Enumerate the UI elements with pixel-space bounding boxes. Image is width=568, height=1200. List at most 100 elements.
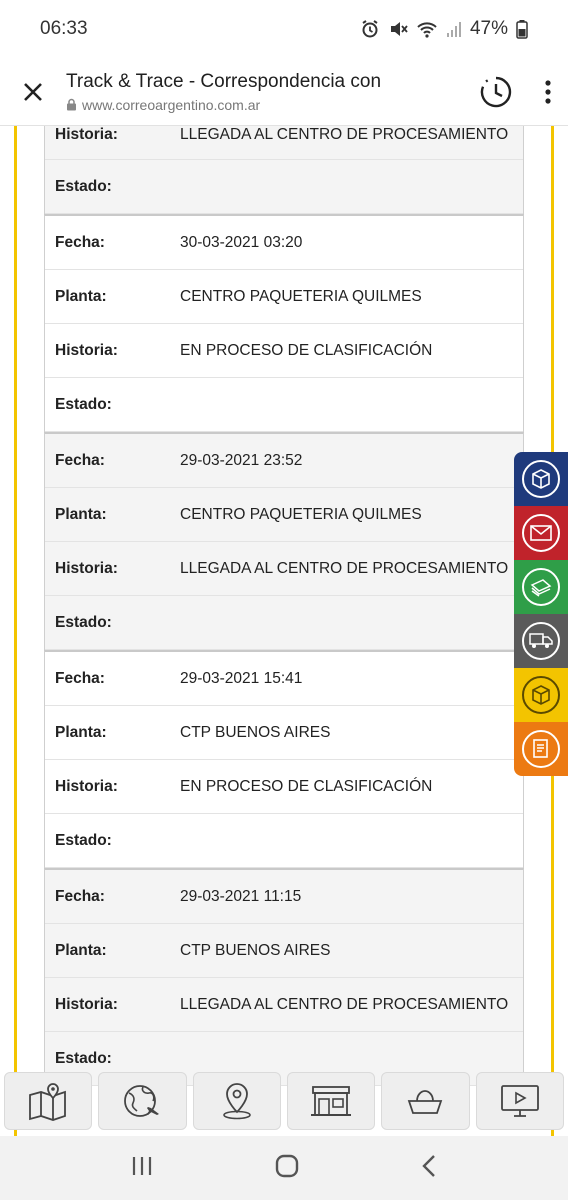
box-icon	[532, 685, 550, 705]
close-button[interactable]	[0, 58, 66, 126]
table-row: Estado:	[45, 160, 523, 214]
location-pin-icon	[223, 1083, 251, 1120]
row-value: 30-03-2021 03:20	[180, 233, 303, 251]
table-row: Estado:	[45, 378, 523, 432]
battery-percent: 47%	[469, 18, 508, 39]
history-icon	[480, 76, 512, 107]
row-value: 29-03-2021 15:41	[180, 669, 303, 687]
table-row: Historia: LLEGADA AL CENTRO DE PROCESAMI…	[45, 978, 523, 1032]
dock-map-button[interactable]	[4, 1072, 93, 1130]
truck-icon	[529, 633, 553, 648]
page-title: Track & Trace - Correspondencia con	[66, 70, 382, 92]
side-tab-mail[interactable]	[514, 506, 568, 560]
dock-online-button[interactable]	[475, 1072, 564, 1130]
page-content[interactable]: Historia: LLEGADA AL CENTRO DE PROCESAMI…	[0, 126, 568, 1136]
table-row: Fecha: 29-03-2021 11:15	[45, 870, 523, 924]
row-label: Estado:	[55, 177, 112, 195]
system-navigation-bar	[0, 1136, 568, 1200]
url-block[interactable]: Track & Trace - Correspondencia con www.…	[66, 71, 464, 113]
more-icon	[545, 79, 551, 104]
row-value: CENTRO PAQUETERIA QUILMES	[180, 287, 422, 305]
row-label: Planta:	[55, 505, 107, 523]
row-value: LLEGADA AL CENTRO DE PROCESAMIENTO	[180, 995, 509, 1013]
row-label: Planta:	[55, 287, 107, 305]
row-value: 29-03-2021 11:15	[180, 887, 302, 905]
table-row: Historia: EN PROCESO DE CLASIFICACIÓN	[45, 760, 523, 814]
row-label: Estado:	[55, 613, 112, 631]
alarm-icon	[360, 19, 380, 39]
back-button[interactable]	[420, 1154, 438, 1183]
url-text: www.correoargentino.com.ar	[82, 96, 261, 113]
row-value: CENTRO PAQUETERIA QUILMES	[180, 505, 422, 523]
basket-icon	[408, 1090, 443, 1114]
battery-icon	[516, 19, 528, 39]
row-label: Historia:	[55, 995, 118, 1013]
tracking-record: Fecha: 30-03-2021 03:20 Planta: CENTRO P…	[44, 214, 524, 432]
side-service-tabs	[514, 452, 568, 776]
table-row: Historia: LLEGADA AL CENTRO DE PROCESAMI…	[45, 126, 523, 160]
yellow-border-left	[14, 126, 17, 1136]
row-label: Historia:	[55, 341, 118, 359]
side-tab-box[interactable]	[514, 668, 568, 722]
side-tab-document[interactable]	[514, 722, 568, 776]
close-icon	[24, 82, 42, 101]
row-label: Fecha:	[55, 887, 105, 905]
side-tab-package[interactable]	[514, 452, 568, 506]
status-bar: 06:33 47%	[0, 0, 568, 58]
row-label: Historia:	[55, 559, 118, 577]
home-button[interactable]	[274, 1153, 300, 1184]
row-value: EN PROCESO DE CLASIFICACIÓN	[180, 777, 433, 795]
row-label: Historia:	[55, 777, 118, 795]
tracking-record: Fecha: 29-03-2021 23:52 Planta: CENTRO P…	[44, 432, 524, 650]
row-value: CTP BUENOS AIRES	[180, 941, 331, 959]
table-row: Fecha: 30-03-2021 03:20	[45, 216, 523, 270]
lock-icon	[67, 98, 76, 111]
store-icon	[311, 1086, 352, 1116]
mute-icon	[388, 19, 408, 39]
dock-international-button[interactable]	[98, 1072, 187, 1130]
row-label: Planta:	[55, 723, 107, 741]
row-value: CTP BUENOS AIRES	[180, 723, 331, 741]
row-value: LLEGADA AL CENTRO DE PROCESAMIENTO	[180, 126, 509, 143]
wifi-icon	[416, 19, 438, 39]
more-options-button[interactable]	[528, 58, 568, 126]
row-label: Estado:	[55, 395, 112, 413]
map-icon	[29, 1083, 67, 1121]
row-label: Planta:	[55, 941, 107, 959]
money-icon	[530, 579, 552, 597]
document-icon	[533, 739, 548, 758]
side-tab-money[interactable]	[514, 560, 568, 614]
tracking-table: Historia: LLEGADA AL CENTRO DE PROCESAMI…	[44, 126, 524, 1086]
back-icon	[422, 1154, 435, 1177]
table-row: Fecha: 29-03-2021 15:41	[45, 652, 523, 706]
history-button[interactable]	[464, 58, 528, 126]
tracking-record: Fecha: 29-03-2021 11:15 Planta: CTP BUEN…	[44, 868, 524, 1086]
dock-location-button[interactable]	[192, 1072, 281, 1130]
table-row: Estado:	[45, 596, 523, 650]
envelope-icon	[530, 525, 552, 541]
row-label: Historia:	[55, 126, 118, 143]
status-time: 06:33	[40, 18, 88, 39]
dock-shop-button[interactable]	[381, 1072, 470, 1130]
table-row: Historia: EN PROCESO DE CLASIFICACIÓN	[45, 324, 523, 378]
table-row: Fecha: 29-03-2021 23:52	[45, 434, 523, 488]
home-icon	[275, 1154, 299, 1177]
side-tab-truck[interactable]	[514, 614, 568, 668]
table-row: Historia: LLEGADA AL CENTRO DE PROCESAMI…	[45, 542, 523, 596]
bottom-dock	[0, 1072, 568, 1136]
dock-store-button[interactable]	[286, 1072, 376, 1130]
monitor-play-icon	[500, 1085, 539, 1117]
tracking-record: Historia: LLEGADA AL CENTRO DE PROCESAMI…	[44, 126, 524, 214]
table-row: Estado:	[45, 814, 523, 868]
row-value: LLEGADA AL CENTRO DE PROCESAMIENTO	[180, 559, 509, 577]
row-label: Fecha:	[55, 451, 105, 469]
tracking-record: Fecha: 29-03-2021 15:41 Planta: CTP BUEN…	[44, 650, 524, 868]
status-icons: 47%	[360, 18, 528, 40]
recent-apps-button[interactable]	[130, 1155, 154, 1182]
browser-toolbar: Track & Trace - Correspondencia con www.…	[0, 58, 568, 126]
row-label: Estado:	[55, 831, 112, 849]
row-label: Fecha:	[55, 233, 105, 251]
row-label: Fecha:	[55, 669, 105, 687]
globe-plane-icon	[124, 1085, 160, 1117]
row-value: 29-03-2021 23:52	[180, 451, 303, 469]
